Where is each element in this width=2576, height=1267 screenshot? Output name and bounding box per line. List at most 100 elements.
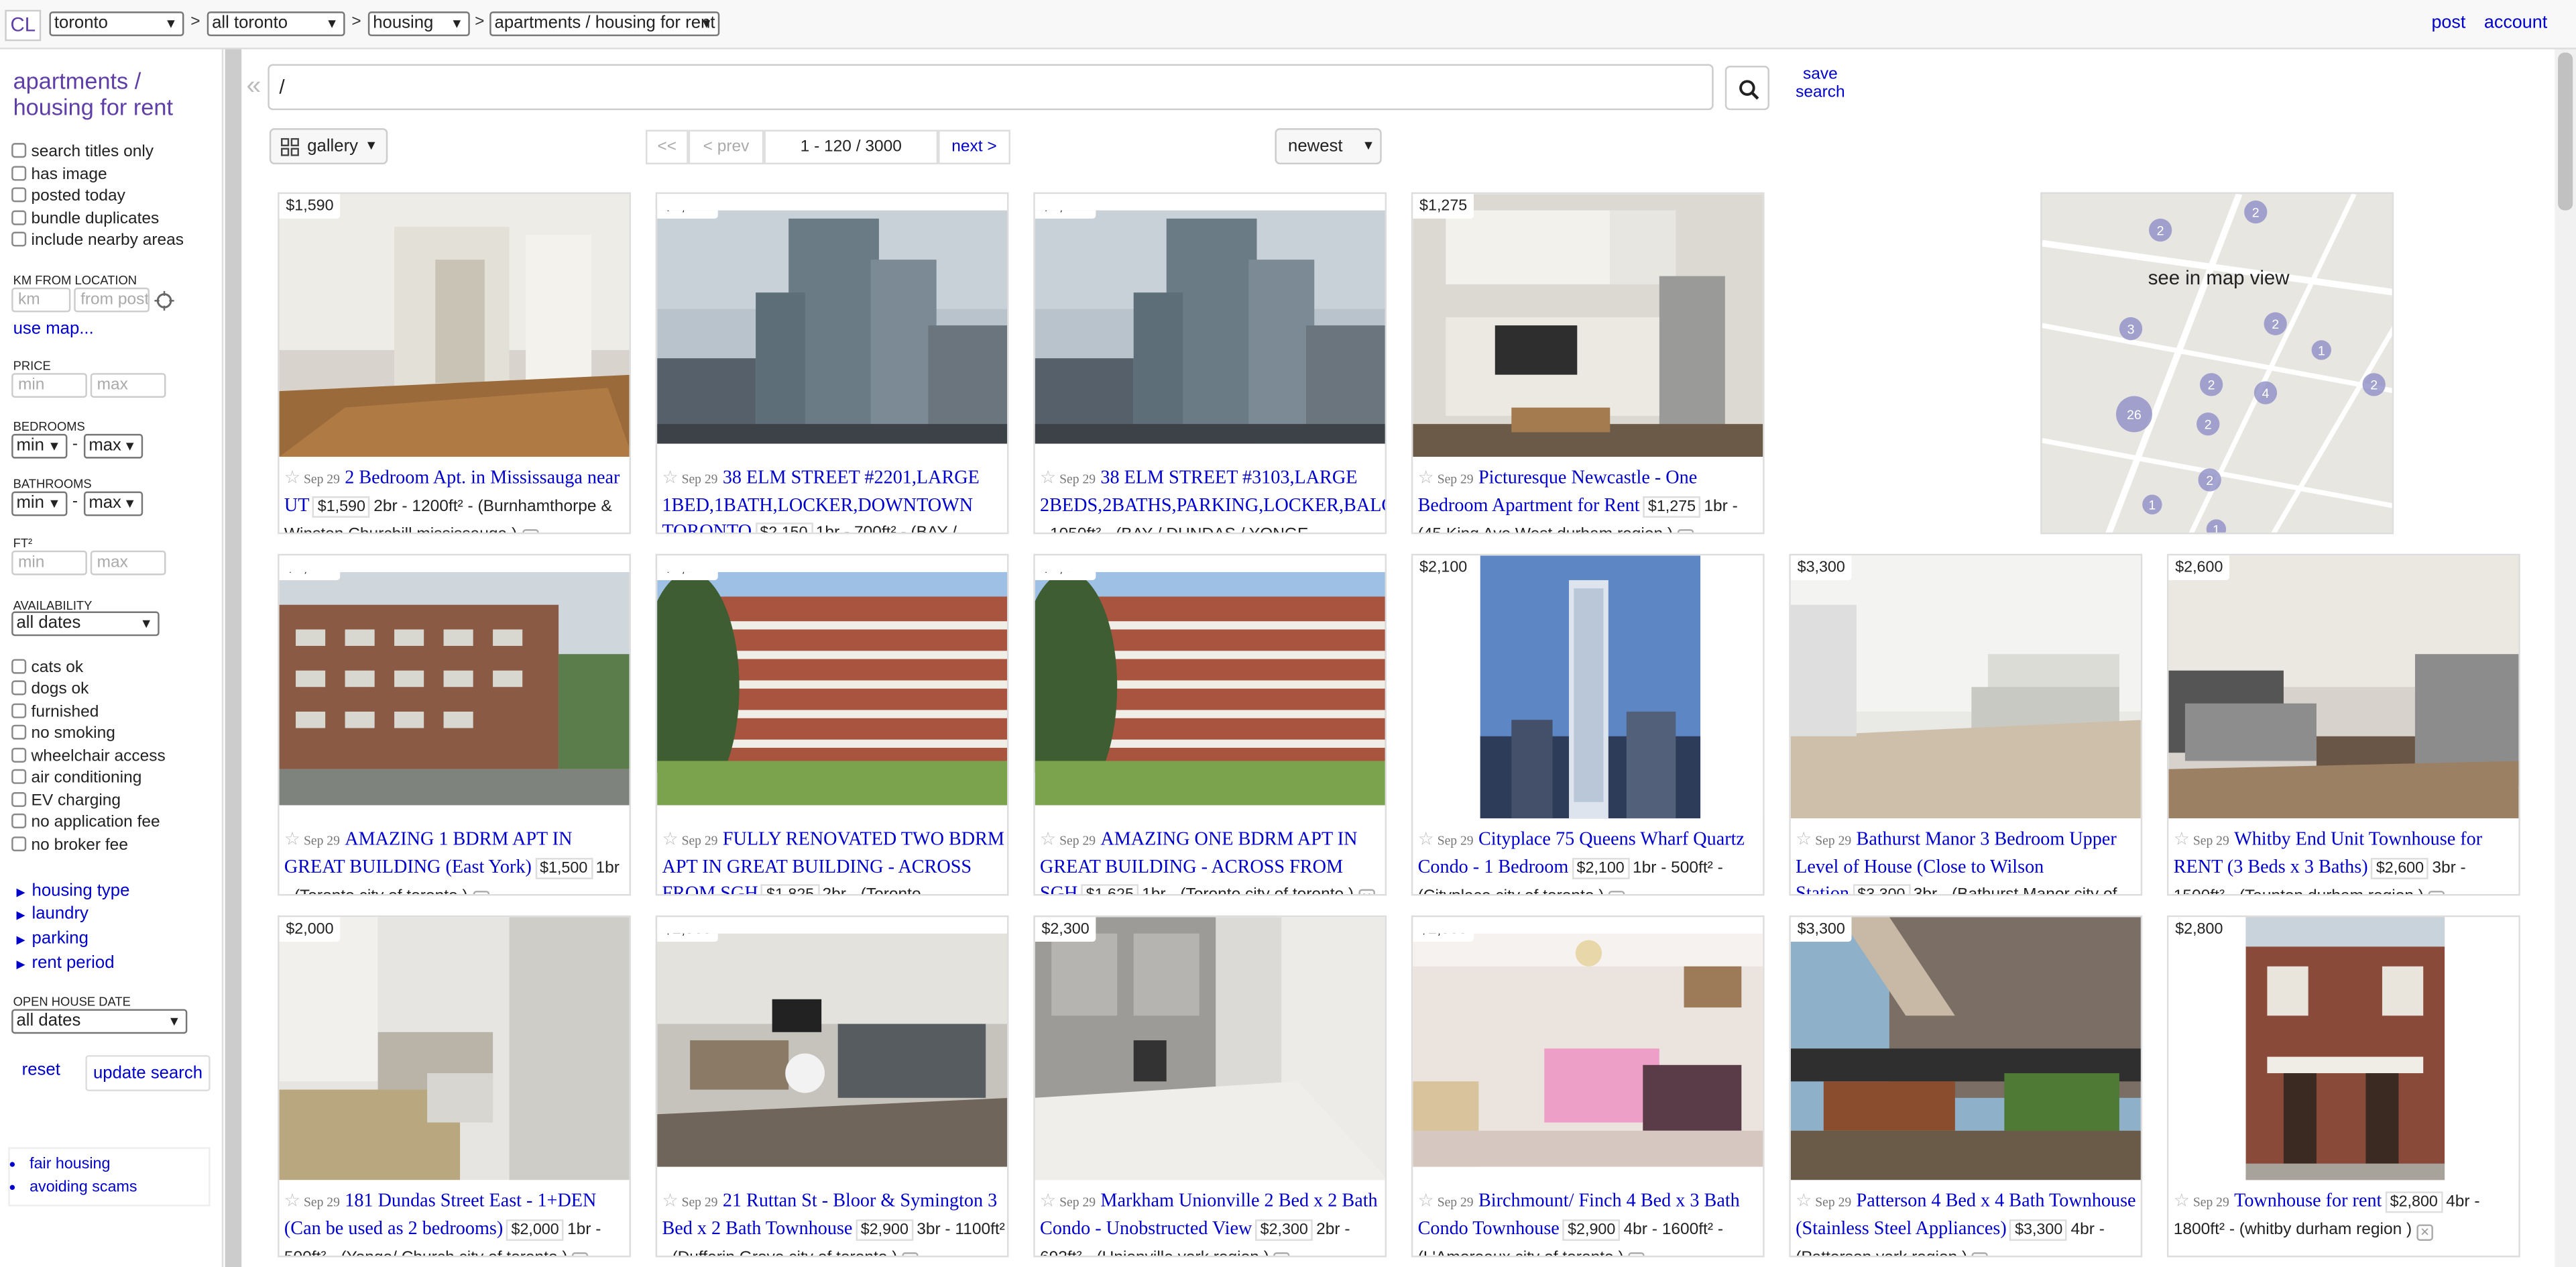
checkbox-air-conditioning[interactable]: air conditioning: [11, 769, 141, 787]
page-scrollbar[interactable]: [2555, 49, 2576, 1267]
map-cluster[interactable]: 26: [2127, 408, 2142, 423]
star-icon[interactable]: ☆: [284, 1190, 300, 1211]
checkbox-posted-today[interactable]: posted today: [11, 187, 125, 205]
hide-icon[interactable]: ✕: [1273, 1252, 1291, 1256]
checkbox-icon[interactable]: [11, 231, 27, 247]
price-max-input[interactable]: max: [90, 373, 166, 398]
double-chevron-left-icon[interactable]: «: [247, 72, 261, 102]
map-view-box[interactable]: 2 2 3 2 2 1 4 2 2 26 2 1 1 see in map vi…: [2040, 192, 2394, 535]
checkbox-wheelchair-access[interactable]: wheelchair access: [11, 747, 166, 766]
checkbox-has-image[interactable]: has image: [11, 166, 107, 184]
crosshair-icon[interactable]: [154, 290, 174, 311]
hide-icon[interactable]: ✕: [1628, 1252, 1645, 1256]
map-cluster[interactable]: 2: [2272, 317, 2279, 332]
next-page-button[interactable]: next >: [938, 129, 1010, 165]
hide-icon[interactable]: ✕: [1678, 529, 1694, 533]
km-input[interactable]: km: [11, 287, 71, 313]
subcategory-select[interactable]: apartments / housing for rent ▼: [489, 11, 720, 36]
listing-photo[interactable]: $1,825: [657, 571, 1008, 806]
search-button[interactable]: [1724, 66, 1769, 111]
star-icon[interactable]: ☆: [662, 467, 678, 488]
star-icon[interactable]: ☆: [284, 828, 300, 850]
listing-photo[interactable]: $2,100: [1413, 555, 1763, 819]
sort-dropdown[interactable]: newest ▼: [1275, 128, 1382, 165]
listing-card[interactable]: $3,300 ☆ Sep 29 Patterson 4 Bed x 4 Bath T…: [1789, 915, 2143, 1258]
listing-card[interactable]: $3,300 ☆ Sep 29 Bathurst Manor 3 Bedroom U…: [1789, 553, 2143, 896]
use-map-link[interactable]: use map...: [13, 319, 94, 338]
listing-card[interactable]: $2,100 ☆ Sep 29 Cityplace 75 Queens Wharf …: [1411, 553, 1765, 896]
hide-icon[interactable]: ✕: [1972, 1252, 1989, 1256]
update-search-button[interactable]: update search: [85, 1055, 211, 1091]
craigslist-logo[interactable]: CL: [5, 9, 42, 42]
hide-icon[interactable]: ✕: [522, 529, 538, 533]
hide-icon[interactable]: ✕: [472, 891, 489, 894]
checkbox-icon[interactable]: [11, 724, 27, 740]
listing-card[interactable]: $1,625 ☆Sep 29AMAZING ONE BDRM APT IN GR…: [1033, 553, 1387, 896]
map-cluster[interactable]: 2: [2208, 378, 2215, 393]
checkbox-icon[interactable]: [11, 143, 27, 158]
bathrooms-max-select[interactable]: max ▼: [83, 491, 143, 516]
listing-card[interactable]: $3,150 ☆Sep 2938 ELM STREET #3103,LARGE …: [1033, 192, 1387, 535]
star-icon[interactable]: ☆: [1040, 1190, 1056, 1211]
scrollbar-thumb[interactable]: [2558, 52, 2573, 211]
map-cluster[interactable]: 1: [2213, 522, 2220, 534]
checkbox-icon[interactable]: [11, 187, 27, 203]
checkbox-icon[interactable]: [11, 210, 27, 225]
star-icon[interactable]: ☆: [1796, 1190, 1812, 1211]
map-cluster[interactable]: 1: [2318, 343, 2325, 358]
bedrooms-max-select[interactable]: max ▼: [83, 433, 143, 459]
checkbox-include-nearby[interactable]: include nearby areas: [11, 231, 184, 250]
checkbox-icon[interactable]: [11, 680, 27, 696]
checkbox-icon[interactable]: [11, 747, 27, 763]
listing-card[interactable]: $1,275 ☆ Sep 29 Picturesque Newcastle - On…: [1411, 192, 1765, 535]
first-page-button[interactable]: <<: [645, 129, 689, 165]
star-icon[interactable]: ☆: [2174, 1190, 2190, 1211]
hide-icon[interactable]: ✕: [572, 1252, 589, 1256]
hide-icon[interactable]: ✕: [902, 1252, 919, 1256]
listing-photo[interactable]: $2,900: [1413, 933, 1763, 1167]
bedrooms-min-select[interactable]: min ▼: [11, 433, 68, 459]
prev-page-button[interactable]: < prev: [688, 129, 764, 165]
hide-icon[interactable]: ✕: [1358, 889, 1375, 894]
save-search-link[interactable]: save search: [1792, 66, 1848, 102]
map-cluster[interactable]: 4: [2262, 386, 2270, 401]
hide-icon[interactable]: ✕: [2428, 891, 2445, 894]
listing-card[interactable]: $2,900 ☆Sep 2921 Ruttan St - Bloor & Sym…: [655, 915, 1009, 1258]
star-icon[interactable]: ☆: [1040, 828, 1056, 850]
reset-button[interactable]: reset: [11, 1052, 71, 1089]
checkbox-icon[interactable]: [11, 836, 27, 852]
checkbox-no-application-fee[interactable]: no application fee: [11, 813, 160, 832]
bathrooms-min-select[interactable]: min ▼: [11, 491, 68, 516]
listing-card[interactable]: $1,590 ☆ Sep 29 2 Bedroom Apt. in Mississa…: [278, 192, 631, 535]
hide-icon[interactable]: ✕: [2416, 1224, 2433, 1241]
map-view-label[interactable]: see in map view: [2042, 266, 2392, 289]
listing-photo[interactable]: $2,150: [657, 210, 1008, 444]
checkbox-bundle-duplicates[interactable]: bundle duplicates: [11, 210, 159, 229]
listing-photo[interactable]: $3,300: [1790, 555, 2141, 819]
checkbox-icon[interactable]: [11, 792, 27, 808]
listing-photo[interactable]: $1,500: [279, 571, 630, 806]
category-select[interactable]: housing ▼: [367, 11, 470, 36]
listing-photo[interactable]: $2,300: [1035, 917, 1385, 1180]
star-icon[interactable]: ☆: [1040, 467, 1056, 488]
area-select[interactable]: all toronto ▼: [207, 11, 345, 36]
star-icon[interactable]: ☆: [662, 828, 678, 850]
expand-laundry[interactable]: ▶ laundry: [17, 904, 89, 924]
map-cluster[interactable]: 2: [2252, 205, 2260, 220]
map-cluster[interactable]: 2: [2157, 223, 2164, 238]
ft-max-input[interactable]: max: [90, 550, 166, 575]
listing-photo[interactable]: $2,600: [2168, 555, 2519, 819]
checkbox-dogs-ok[interactable]: dogs ok: [11, 680, 89, 698]
star-icon[interactable]: ☆: [1796, 828, 1812, 850]
post-link[interactable]: post: [2431, 13, 2465, 33]
listing-photo[interactable]: $3,300: [1790, 917, 2141, 1180]
star-icon[interactable]: ☆: [1418, 467, 1434, 488]
listing-card[interactable]: $2,150 ☆Sep 2938 ELM STREET #2201,LARGE …: [655, 192, 1009, 535]
expand-parking[interactable]: ▶ parking: [17, 928, 89, 948]
listing-card[interactable]: $2,000 ☆ Sep 29 181 Dundas Street East - 1…: [278, 915, 631, 1258]
checkbox-no-broker-fee[interactable]: no broker fee: [11, 836, 128, 855]
checkbox-furnished[interactable]: furnished: [11, 703, 99, 722]
ft-min-input[interactable]: min: [11, 550, 87, 575]
listing-photo[interactable]: $1,625: [1035, 571, 1385, 806]
account-link[interactable]: account: [2484, 13, 2547, 33]
